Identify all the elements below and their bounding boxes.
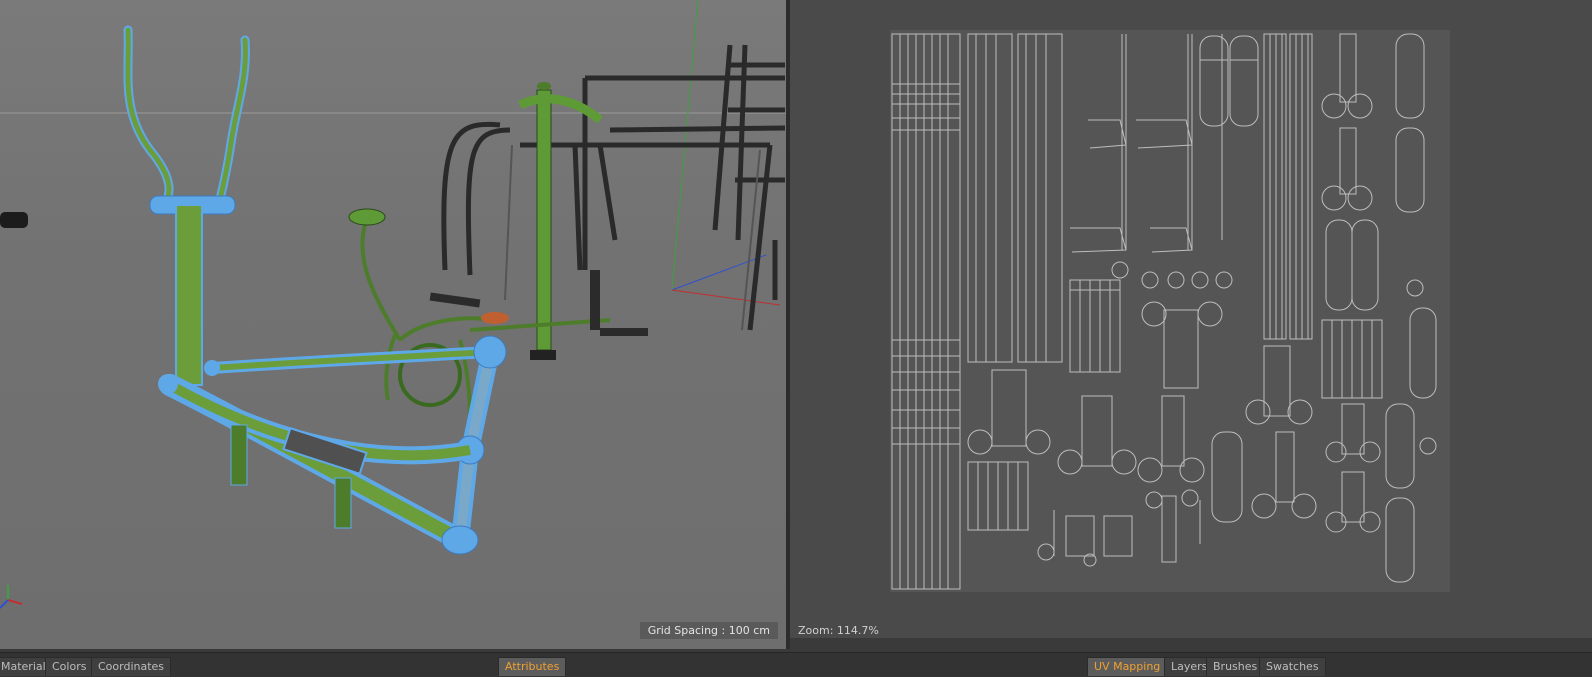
tab-brushes[interactable]: Brushes bbox=[1206, 657, 1265, 676]
tab-coordinates[interactable]: Coordinates bbox=[91, 657, 172, 676]
axis-gizmo-icon bbox=[0, 585, 23, 609]
x-axis-line bbox=[671, 289, 781, 306]
pipe-end bbox=[0, 212, 28, 228]
uv-canvas bbox=[890, 30, 1450, 592]
tab-swatches[interactable]: Swatches bbox=[1259, 657, 1326, 676]
bottom-tab-bar: Materials Colors Coordinates Attributes … bbox=[0, 652, 1592, 677]
3d-viewport[interactable]: Grid Spacing : 100 cm bbox=[0, 0, 786, 649]
uv-texture-square bbox=[890, 30, 1450, 592]
viewport-scene bbox=[0, 0, 786, 609]
background-equipment bbox=[441, 44, 786, 331]
tab-colors[interactable]: Colors bbox=[45, 657, 94, 676]
tab-uv-mapping[interactable]: UV Mapping bbox=[1087, 657, 1168, 676]
grid-spacing-label: Grid Spacing : 100 cm bbox=[639, 622, 778, 639]
zoom-level-label: Zoom: 114.7% bbox=[798, 624, 879, 637]
uv-editor[interactable]: Zoom: 114.7% bbox=[790, 0, 1592, 638]
elliptical-trainer bbox=[123, 25, 507, 555]
z-axis-line bbox=[671, 254, 767, 291]
tab-attributes[interactable]: Attributes bbox=[498, 657, 567, 676]
